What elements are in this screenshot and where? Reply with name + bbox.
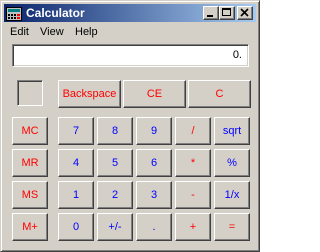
zero-button[interactable]: 0 bbox=[58, 213, 94, 241]
calculator-window: Calculator Edit View Help 0. Backspace C… bbox=[0, 0, 260, 252]
memory-add-button[interactable]: M+ bbox=[12, 213, 48, 241]
menu-edit[interactable]: Edit bbox=[10, 25, 29, 39]
calculator-app-icon[interactable] bbox=[6, 6, 22, 21]
title-bar[interactable]: Calculator bbox=[4, 4, 256, 22]
backspace-button[interactable]: Backspace bbox=[58, 80, 121, 108]
minimize-button[interactable] bbox=[203, 6, 219, 20]
clear-entry-button[interactable]: CE bbox=[123, 80, 186, 108]
plus-button[interactable]: + bbox=[175, 213, 211, 241]
multiply-button[interactable]: * bbox=[175, 149, 211, 177]
five-button[interactable]: 5 bbox=[97, 149, 133, 177]
maximize-icon bbox=[222, 8, 231, 16]
menu-view[interactable]: View bbox=[40, 25, 64, 39]
one-button[interactable]: 1 bbox=[58, 181, 94, 209]
minus-button[interactable]: - bbox=[175, 181, 211, 209]
memory-indicator bbox=[17, 80, 43, 106]
close-icon bbox=[240, 8, 249, 17]
sqrt-button[interactable]: sqrt bbox=[214, 117, 250, 145]
decimal-button[interactable]: . bbox=[136, 213, 172, 241]
reciprocal-button[interactable]: 1/x bbox=[214, 181, 250, 209]
percent-button[interactable]: % bbox=[214, 149, 250, 177]
close-button[interactable] bbox=[237, 6, 253, 20]
window-title: Calculator bbox=[26, 6, 85, 20]
sign-button[interactable]: +/- bbox=[97, 213, 133, 241]
clear-button[interactable]: C bbox=[188, 80, 251, 108]
two-button[interactable]: 2 bbox=[97, 181, 133, 209]
memory-clear-button[interactable]: MC bbox=[12, 117, 48, 145]
equals-button[interactable]: = bbox=[214, 213, 250, 241]
divide-button[interactable]: / bbox=[175, 117, 211, 145]
minimize-icon bbox=[207, 15, 213, 17]
four-button[interactable]: 4 bbox=[58, 149, 94, 177]
six-button[interactable]: 6 bbox=[136, 149, 172, 177]
display-field: 0. bbox=[12, 44, 249, 67]
menu-bar: Edit View Help bbox=[4, 23, 256, 41]
menu-help[interactable]: Help bbox=[75, 25, 98, 39]
memory-recall-button[interactable]: MR bbox=[12, 149, 48, 177]
three-button[interactable]: 3 bbox=[136, 181, 172, 209]
nine-button[interactable]: 9 bbox=[136, 117, 172, 145]
maximize-button[interactable] bbox=[219, 6, 235, 20]
memory-store-button[interactable]: MS bbox=[12, 181, 48, 209]
seven-button[interactable]: 7 bbox=[58, 117, 94, 145]
eight-button[interactable]: 8 bbox=[97, 117, 133, 145]
